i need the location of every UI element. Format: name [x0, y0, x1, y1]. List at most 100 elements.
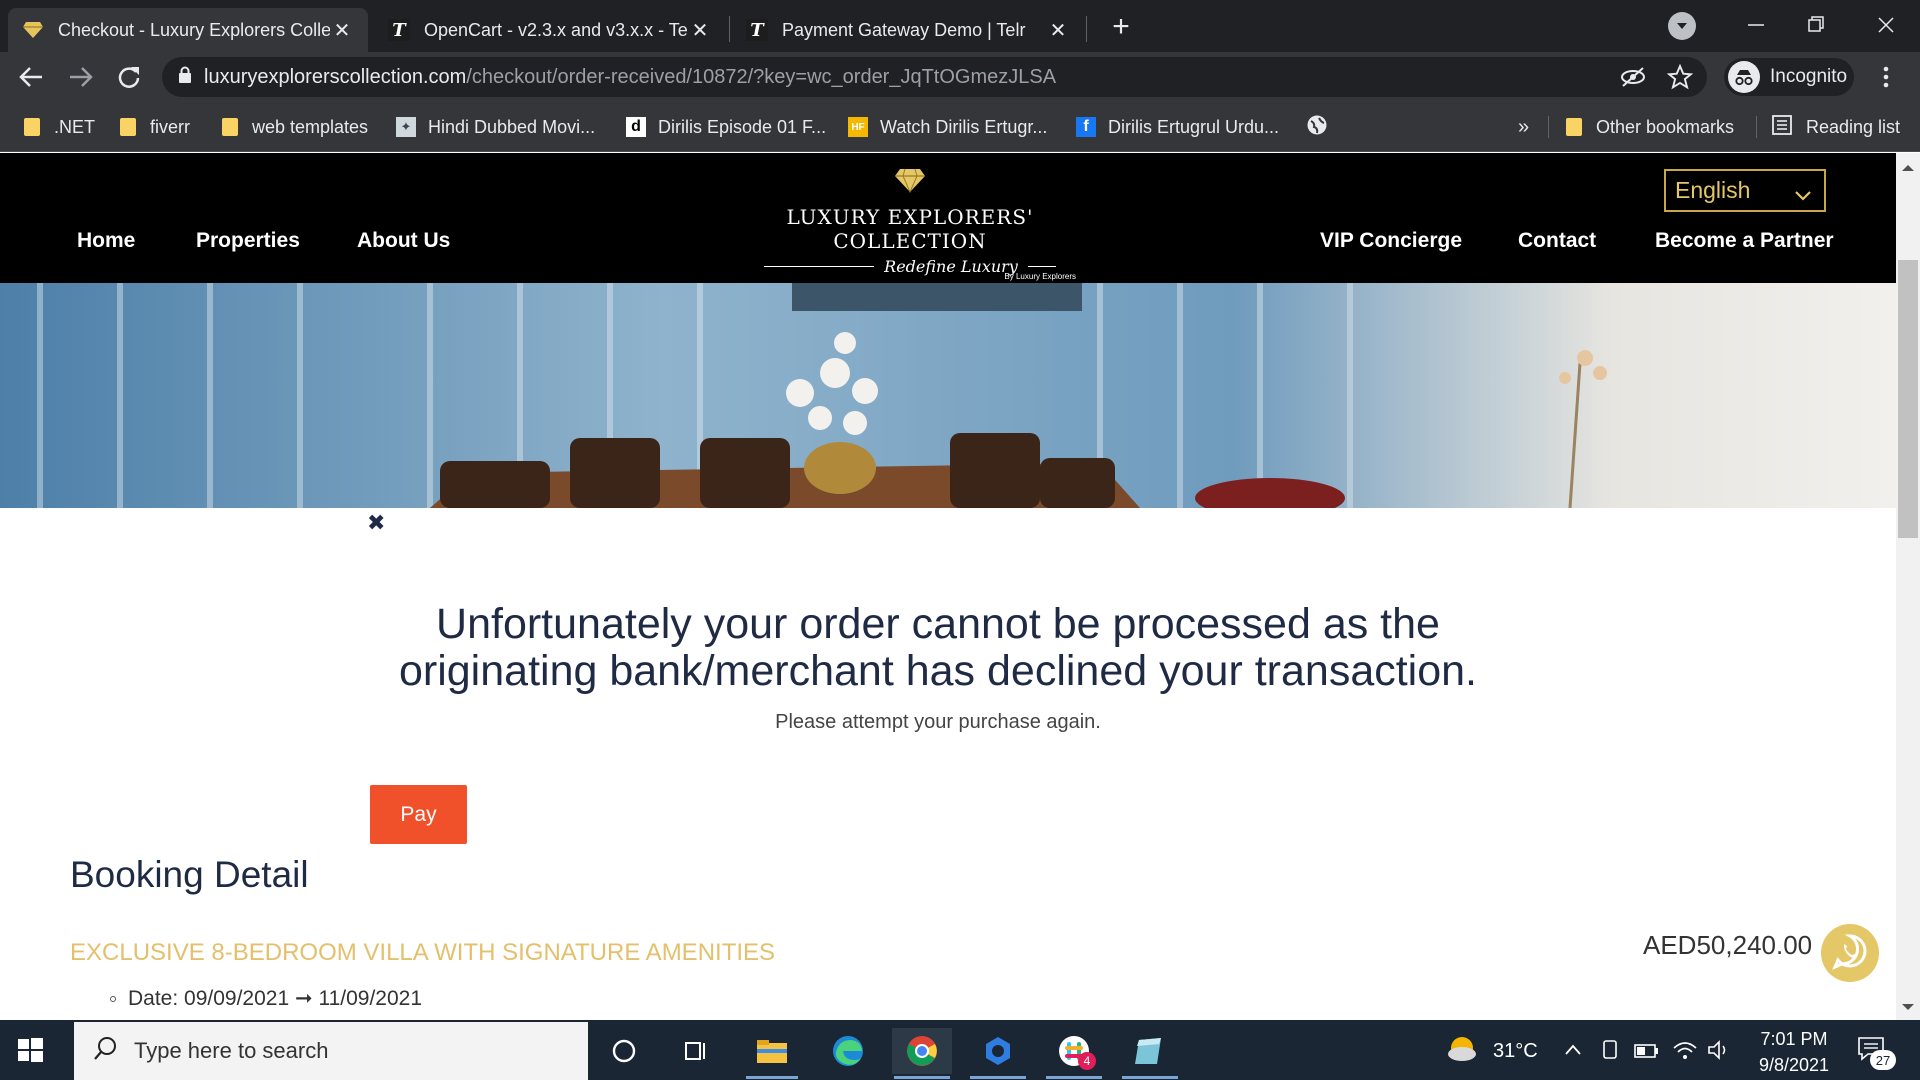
notification-count: 27 [1870, 1050, 1896, 1070]
language-select[interactable]: English [1664, 169, 1826, 212]
nav-vip-concierge[interactable]: VIP Concierge [1320, 229, 1462, 253]
nav-become-partner[interactable]: Become a Partner [1655, 229, 1834, 253]
minimize-icon[interactable] [1736, 8, 1776, 42]
incognito-button[interactable]: Incognito [1724, 58, 1854, 96]
device-icon[interactable] [1600, 1038, 1620, 1062]
browser-toolbar: luxuryexplorerscollection.com/checkout/o… [0, 52, 1920, 102]
telr-t-icon: T [746, 19, 768, 41]
file-explorer-icon[interactable] [742, 1028, 802, 1074]
tab-payment-gateway[interactable]: T Payment Gateway Demo | Telr ✕ [732, 8, 1084, 52]
back-icon[interactable] [16, 62, 48, 92]
bookmark-dirilis-episode[interactable]: d Dirilis Episode 01 F... [626, 114, 826, 140]
site-logo[interactable]: LUXURY EXPLORERS' COLLECTION Redefine Lu… [740, 167, 1080, 281]
bookmark-hindi-dubbed[interactable]: ✦ Hindi Dubbed Movi... [396, 114, 595, 140]
browser-tab-strip: Checkout - Luxury Explorers Colle ✕ T Op… [0, 0, 1920, 52]
incognito-icon [1728, 61, 1760, 93]
scrollbar-thumb[interactable] [1898, 260, 1918, 538]
battery-icon[interactable] [1634, 1042, 1660, 1060]
star-icon[interactable] [1666, 63, 1694, 95]
folder-icon [120, 118, 136, 136]
bookmark-dirilis-urdu[interactable]: f Dirilis Ertugrul Urdu... [1076, 114, 1279, 140]
bookmark-watch-dirilis[interactable]: HF Watch Dirilis Ertugr... [848, 114, 1047, 140]
menu-kebab-icon[interactable] [1874, 62, 1898, 92]
bookmark-web-templates[interactable]: web templates [222, 114, 368, 140]
new-tab-icon[interactable]: + [1104, 10, 1138, 44]
task-view-icon[interactable] [666, 1028, 726, 1074]
url-text: luxuryexplorerscollection.com/checkout/o… [204, 65, 1057, 88]
folder-icon [222, 118, 238, 136]
booking-detail-heading: Booking Detail [70, 854, 309, 895]
restore-icon[interactable] [1796, 8, 1836, 42]
reading-list-button[interactable]: Reading list [1772, 114, 1900, 140]
reload-icon[interactable] [114, 62, 144, 92]
windows-start-icon[interactable] [14, 1034, 54, 1068]
nav-contact[interactable]: Contact [1518, 229, 1596, 253]
slack-badge: 4 [1078, 1052, 1096, 1070]
tab-opencart[interactable]: T OpenCart - v2.3.x and v3.x.x - Tel ✕ [374, 8, 726, 52]
nav-properties[interactable]: Properties [196, 229, 300, 253]
bookmark-globe[interactable] [1306, 114, 1328, 140]
taskbar-search-input[interactable]: Type here to search [74, 1022, 588, 1080]
tab-search-icon[interactable] [1668, 12, 1696, 40]
nav-home[interactable]: Home [77, 229, 135, 253]
nav-about-us[interactable]: About Us [357, 229, 450, 253]
address-bar[interactable]: luxuryexplorerscollection.com/checkout/o… [162, 57, 1707, 97]
folder-icon [24, 118, 40, 136]
facebook-icon: f [1076, 117, 1096, 137]
logo-title: LUXURY EXPLORERS' COLLECTION [786, 205, 1034, 253]
booking-date: Date: 09/09/2021 ➞ 11/09/2021 [110, 986, 422, 1011]
notification-center-icon[interactable]: 27 [1856, 1034, 1900, 1070]
close-window-icon[interactable] [1866, 8, 1906, 42]
tab-title: Checkout - Luxury Explorers Colle [58, 19, 330, 40]
whatsapp-icon [1831, 932, 1869, 975]
language-value: English [1675, 177, 1751, 203]
close-tab-icon[interactable]: ✕ [330, 18, 354, 43]
bookmark-dotnet[interactable]: .NET [24, 114, 95, 140]
list-bullet [110, 995, 116, 1002]
notes-app-icon[interactable] [1118, 1028, 1178, 1074]
site-header: Home Properties About Us VIP Concierge C… [0, 153, 1896, 283]
tab-checkout[interactable]: Checkout - Luxury Explorers Colle ✕ [8, 8, 368, 52]
clock-time: 7:01 PM [1760, 1029, 1828, 1049]
forward-icon[interactable] [64, 62, 96, 92]
chevron-up-icon[interactable] [1562, 1040, 1584, 1060]
close-tab-icon[interactable]: ✕ [1046, 18, 1070, 43]
close-notice-icon[interactable]: ✖ [367, 510, 385, 536]
pay-button[interactable]: Pay [370, 785, 467, 844]
app-icon[interactable] [968, 1028, 1028, 1074]
site-icon: ✦ [396, 117, 416, 137]
reading-list-icon [1772, 114, 1792, 140]
edge-icon[interactable] [818, 1028, 878, 1074]
volume-icon[interactable] [1706, 1038, 1732, 1062]
hero-banner-image [0, 283, 1896, 508]
incognito-label: Incognito [1770, 66, 1848, 87]
logo-script: Redefine Luxury [884, 257, 1018, 276]
cortana-icon[interactable] [594, 1028, 654, 1074]
page-viewport: Home Properties About Us VIP Concierge C… [0, 153, 1896, 1020]
bookmarks-bar: .NET fiverr web templates ✦ Hindi Dubbed … [0, 102, 1920, 152]
search-icon [92, 1035, 118, 1067]
tab-title: Payment Gateway Demo | Telr [782, 19, 1026, 40]
search-placeholder: Type here to search [134, 1038, 329, 1063]
slack-icon[interactable]: 4 [1044, 1028, 1104, 1074]
bookmark-other[interactable]: Other bookmarks [1566, 114, 1734, 140]
logo-diamond-icon [740, 167, 1080, 199]
bookmark-fiverr[interactable]: fiverr [120, 114, 190, 140]
clock-date: 9/8/2021 [1758, 1055, 1830, 1075]
bookmarks-overflow[interactable]: » [1518, 114, 1529, 140]
close-tab-icon[interactable]: ✕ [688, 18, 712, 43]
whatsapp-chat-button[interactable] [1821, 924, 1879, 982]
clock[interactable]: 7:01 PM 9/8/2021 [1744, 1026, 1844, 1078]
chrome-icon[interactable] [892, 1028, 952, 1074]
temperature-label: 31°C [1493, 1040, 1538, 1062]
eye-off-icon[interactable] [1620, 65, 1646, 94]
order-declined-headline: Unfortunately your order cannot be proce… [398, 600, 1478, 695]
booking-price: AED50,240.00 [1643, 930, 1813, 960]
booking-item-name[interactable]: EXCLUSIVE 8-BEDROOM VILLA WITH SIGNATURE… [70, 939, 775, 967]
globe-icon [1306, 114, 1328, 141]
wifi-icon[interactable] [1672, 1038, 1698, 1062]
tab-title: OpenCart - v2.3.x and v3.x.x - Tel [424, 19, 688, 40]
d-icon: d [626, 117, 646, 137]
weather-icon[interactable] [1446, 1034, 1480, 1064]
folder-icon [1566, 118, 1582, 136]
